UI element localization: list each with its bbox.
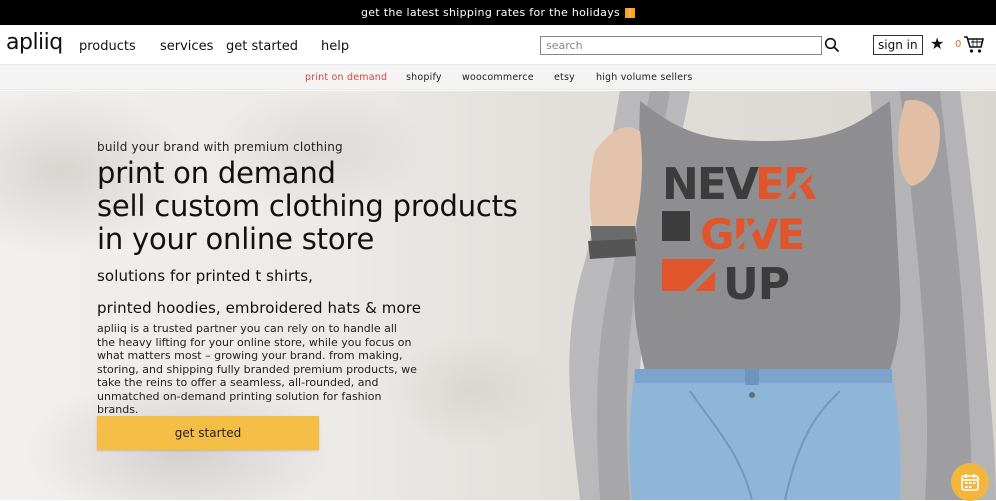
svg-text:ER: ER bbox=[755, 159, 816, 210]
subnav-print-on-demand[interactable]: print on demand bbox=[305, 72, 387, 83]
hero-subline-1: solutions for printed t shirts, bbox=[97, 267, 314, 285]
sign-in-button[interactable]: sign in bbox=[873, 35, 923, 55]
hero-headline: print on demand sell custom clothing pro… bbox=[97, 157, 557, 256]
hero-body-copy: apliiq is a trusted partner you can rely… bbox=[97, 322, 417, 416]
subnav-woocommerce[interactable]: woocommerce bbox=[462, 72, 534, 83]
svg-text:NEV: NEV bbox=[662, 159, 759, 210]
nav-services[interactable]: services bbox=[160, 39, 213, 54]
headline-line-1: print on demand bbox=[97, 156, 336, 190]
subnav-high-volume-sellers[interactable]: high volume sellers bbox=[596, 72, 693, 83]
subnav-etsy[interactable]: etsy bbox=[554, 72, 575, 83]
subnav-shopify[interactable]: shopify bbox=[406, 72, 442, 83]
hero-section: NEV ER GIVE UP build your brand with pre… bbox=[0, 91, 996, 500]
hero-kicker: build your brand with premium clothing bbox=[97, 140, 343, 154]
calendar-button[interactable] bbox=[951, 463, 989, 501]
nav-products[interactable]: products bbox=[79, 39, 136, 54]
hero-model-image: NEV ER GIVE UP bbox=[569, 91, 996, 500]
nav-get-started[interactable]: get started bbox=[226, 39, 298, 54]
shirt-print-graphic: NEV ER GIVE UP bbox=[657, 151, 823, 324]
star-icon[interactable]: ★ bbox=[930, 36, 944, 52]
cart-count: 0 bbox=[955, 39, 962, 50]
get-started-button[interactable]: get started bbox=[97, 416, 319, 450]
sub-navigation: print on demand shopify woocommerce etsy… bbox=[0, 65, 996, 90]
cart-icon[interactable] bbox=[963, 34, 985, 54]
svg-text:GIVE: GIVE bbox=[700, 210, 803, 259]
svg-text:UP: UP bbox=[723, 259, 789, 310]
hero-text-block: build your brand with premium clothing p… bbox=[97, 140, 557, 417]
logo[interactable]: apliiq bbox=[6, 30, 63, 55]
search-placeholder: search bbox=[546, 39, 583, 52]
gift-icon bbox=[625, 7, 636, 18]
nav-help[interactable]: help bbox=[321, 39, 349, 54]
search-input[interactable]: search bbox=[540, 36, 822, 55]
search-icon[interactable] bbox=[824, 37, 840, 53]
main-header: apliiq products services get started hel… bbox=[0, 25, 996, 65]
hero-subline-2: printed hoodies, embroidered hats & more bbox=[97, 299, 422, 317]
headline-line-3: in your online store bbox=[97, 222, 375, 256]
headline-line-2: sell custom clothing products bbox=[97, 189, 518, 223]
calendar-icon bbox=[961, 474, 979, 491]
announcement-text[interactable]: get the latest shipping rates for the ho… bbox=[361, 6, 620, 19]
announcement-bar[interactable]: get the latest shipping rates for the ho… bbox=[0, 0, 996, 25]
